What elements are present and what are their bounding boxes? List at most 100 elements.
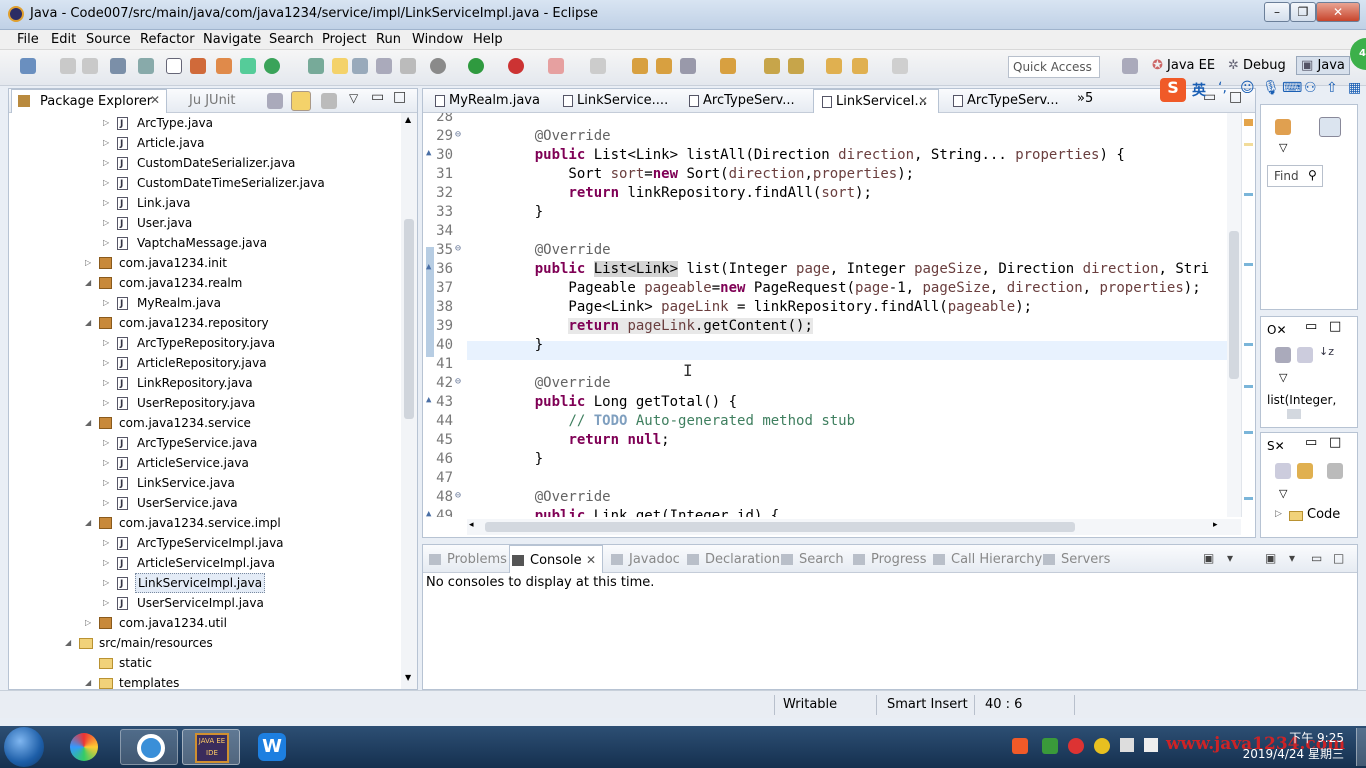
outline-scroll-thumb[interactable] bbox=[1287, 409, 1301, 419]
tree-item-file[interactable]: ▷ MyRealm.java bbox=[9, 293, 401, 314]
expanded-arrow-icon[interactable]: ◢ bbox=[85, 513, 91, 533]
tree-item-file[interactable]: ▷ ArticleService.java bbox=[9, 453, 401, 474]
search-references-icon[interactable] bbox=[308, 58, 324, 74]
run-icon[interactable] bbox=[468, 58, 484, 74]
tree-item-file[interactable]: ▷ ArcTypeServiceImpl.java bbox=[9, 533, 401, 554]
wps-icon[interactable]: W bbox=[244, 729, 302, 765]
override-marker-icon[interactable]: ▲ bbox=[426, 148, 431, 158]
external-tools-icon[interactable] bbox=[590, 58, 606, 74]
tree-item-file[interactable]: ▷ ArticleServiceImpl.java bbox=[9, 553, 401, 574]
tree-item-file[interactable]: ▷ LinkService.java bbox=[9, 473, 401, 494]
tree-item-folder[interactable]: static bbox=[9, 653, 401, 673]
browser-taskbar-icon[interactable] bbox=[120, 729, 178, 765]
menu-window[interactable]: Window bbox=[412, 32, 463, 47]
tab-package-explorer[interactable]: Package Explorer ✕ bbox=[11, 89, 167, 113]
system-clock[interactable]: 下午 9:25 2019/4/24 星期三 bbox=[1243, 730, 1344, 762]
skin-icon[interactable]: ⇧ bbox=[1326, 80, 1338, 96]
collapsed-arrow-icon[interactable]: ▷ bbox=[85, 253, 91, 273]
tab-navigator[interactable]: S✕ bbox=[1267, 439, 1285, 453]
tab-progress[interactable]: Progress bbox=[851, 545, 941, 573]
open-folder-icon[interactable] bbox=[720, 58, 736, 74]
tab-problems[interactable]: Problems bbox=[427, 545, 517, 573]
focus-icon[interactable] bbox=[1327, 463, 1343, 479]
perspective-java-ee[interactable]: ✪ Java EE bbox=[1152, 58, 1215, 73]
collapsed-arrow-icon[interactable]: ▷ bbox=[103, 133, 109, 153]
scroll-down-icon[interactable]: ▼ bbox=[405, 673, 411, 682]
editor-hscrollbar[interactable]: ◂ ▸ bbox=[467, 519, 1241, 535]
open-perspective-icon[interactable] bbox=[1122, 58, 1138, 74]
tree-item-file[interactable]: ▷ VaptchaMessage.java bbox=[9, 233, 401, 254]
expanded-arrow-icon[interactable]: ◢ bbox=[85, 673, 91, 689]
collapse-outline-icon[interactable] bbox=[1297, 347, 1313, 363]
close-icon[interactable]: ✕ bbox=[586, 553, 596, 567]
hide-fields-icon[interactable] bbox=[1275, 347, 1291, 363]
menu-file[interactable]: File bbox=[17, 32, 39, 47]
tray-flag-icon[interactable] bbox=[1144, 738, 1158, 752]
tree-item-file[interactable]: ▷ ArticleRepository.java bbox=[9, 353, 401, 374]
terminal-icon[interactable] bbox=[110, 58, 126, 74]
show-whitespace-icon[interactable] bbox=[376, 58, 392, 74]
menu-search[interactable]: Search bbox=[269, 32, 314, 47]
collapsed-arrow-icon[interactable]: ▷ bbox=[103, 153, 109, 173]
minimize-view-icon[interactable]: ▭ bbox=[371, 89, 384, 105]
expanded-arrow-icon[interactable]: ◢ bbox=[65, 633, 71, 653]
maximize-button[interactable]: ❐ bbox=[1290, 2, 1316, 22]
warning-marker[interactable] bbox=[1244, 119, 1253, 126]
menu-project[interactable]: Project bbox=[322, 32, 366, 47]
menu-navigate[interactable]: Navigate bbox=[203, 32, 261, 47]
perspective-debug[interactable]: ✲ Debug bbox=[1228, 58, 1286, 73]
maximize-view-icon[interactable]: □ bbox=[1329, 435, 1341, 450]
fold-icon[interactable]: ⊖ bbox=[455, 129, 461, 140]
collapsed-arrow-icon[interactable]: ▷ bbox=[103, 333, 109, 353]
menu-source[interactable]: Source bbox=[86, 32, 131, 47]
show-desktop-button[interactable] bbox=[1356, 728, 1366, 766]
editor-tab[interactable]: LinkServiceI... ✕ bbox=[813, 89, 939, 113]
link-with-editor-icon[interactable] bbox=[291, 91, 311, 111]
tree-item-package[interactable]: ◢ com.java1234.realm bbox=[9, 273, 401, 293]
java-ee-icon[interactable] bbox=[190, 58, 206, 74]
punctuation-icon[interactable]: ʻ, bbox=[1218, 80, 1227, 96]
editor-tab[interactable]: LinkService.... bbox=[555, 89, 681, 113]
refresh-icon[interactable] bbox=[264, 58, 280, 74]
override-marker-icon[interactable]: ▲ bbox=[426, 262, 431, 272]
next-annotation-icon[interactable] bbox=[352, 58, 368, 74]
menu-help[interactable]: Help bbox=[473, 32, 503, 47]
tree-item-file[interactable]: ▷ CustomDateSerializer.java bbox=[9, 153, 401, 174]
tree-item-file[interactable]: ▷ ArcTypeRepository.java bbox=[9, 333, 401, 354]
tab-console[interactable]: Console ✕ bbox=[509, 545, 603, 573]
sort-icon[interactable]: ↓z bbox=[1319, 345, 1334, 358]
minimize-view-icon[interactable]: ▭ bbox=[1305, 319, 1317, 334]
collapse-icon[interactable] bbox=[1275, 463, 1291, 479]
toggle-mark-occurrences-icon[interactable] bbox=[166, 58, 182, 74]
scroll-up-icon[interactable]: ▲ bbox=[405, 115, 411, 124]
collapsed-arrow-icon[interactable]: ▷ bbox=[103, 493, 109, 513]
editor-vscrollbar[interactable] bbox=[1227, 113, 1241, 517]
maximize-view-icon[interactable]: □ bbox=[1329, 319, 1341, 334]
maximize-view-icon[interactable]: □ bbox=[1333, 551, 1344, 565]
navigator-item[interactable]: Code bbox=[1307, 507, 1340, 522]
emoji-icon[interactable]: ☺ bbox=[1240, 80, 1255, 96]
tree-item-file[interactable]: ▷ Link.java bbox=[9, 193, 401, 214]
close-icon[interactable]: ✕ bbox=[918, 94, 928, 108]
view-menu-icon[interactable]: ▽ bbox=[349, 91, 358, 105]
debug-icon[interactable] bbox=[430, 58, 446, 74]
save-all-icon[interactable] bbox=[82, 58, 98, 74]
fold-icon[interactable]: ⊖ bbox=[455, 376, 461, 387]
start-button[interactable] bbox=[4, 727, 44, 767]
open-resource-icon[interactable] bbox=[656, 58, 672, 74]
collapsed-arrow-icon[interactable]: ▷ bbox=[103, 433, 109, 453]
perspective-java[interactable]: ▣ Java bbox=[1296, 56, 1350, 75]
qq-icon[interactable] bbox=[56, 729, 114, 765]
minimize-button[interactable]: – bbox=[1264, 2, 1290, 22]
collapsed-arrow-icon[interactable]: ▷ bbox=[103, 593, 109, 613]
collapsed-arrow-icon[interactable]: ▷ bbox=[103, 473, 109, 493]
tree-item-file[interactable]: ▷ UserService.java bbox=[9, 493, 401, 514]
tray-antivirus-icon[interactable] bbox=[1068, 738, 1084, 754]
save-icon[interactable] bbox=[60, 58, 76, 74]
ime-lang[interactable]: 英 bbox=[1192, 80, 1206, 100]
collapsed-arrow-icon[interactable]: ▷ bbox=[85, 613, 91, 633]
collapse-all-icon[interactable] bbox=[267, 93, 283, 109]
collapsed-arrow-icon[interactable]: ▷ bbox=[103, 353, 109, 373]
last-edit-icon[interactable] bbox=[826, 58, 842, 74]
collapsed-arrow-icon[interactable]: ▷ bbox=[103, 113, 109, 133]
